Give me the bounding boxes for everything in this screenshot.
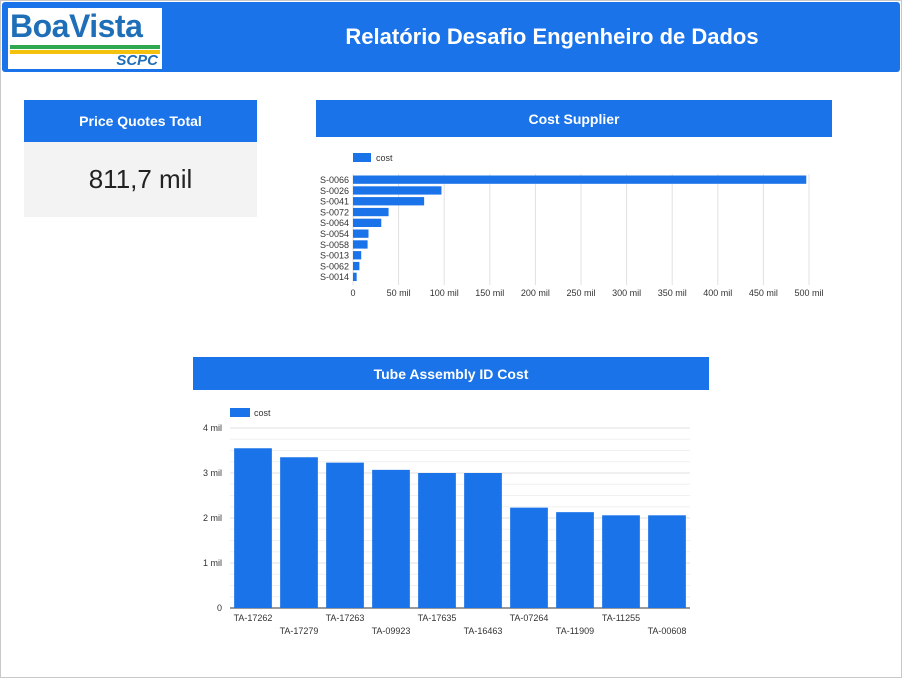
x-category-label: TA-09923	[372, 626, 411, 636]
legend-label: cost	[376, 153, 393, 163]
x-tick-label: 350 mil	[658, 288, 687, 298]
x-category-label: TA-11255	[602, 613, 640, 623]
bar	[353, 229, 369, 238]
kpi-card-title: Price Quotes Total	[24, 100, 257, 142]
report-header: BoaVista SCPC Relatório Desafio Engenhei…	[2, 2, 900, 72]
y-category-label: S-0041	[320, 197, 349, 207]
bar	[510, 507, 548, 608]
x-category-label: TA-11909	[556, 626, 594, 636]
tube-assembly-title: Tube Assembly ID Cost	[193, 357, 709, 390]
x-tick-label: 400 mil	[703, 288, 732, 298]
x-tick-label: 100 mil	[430, 288, 459, 298]
bar	[234, 448, 272, 608]
bar	[353, 186, 442, 195]
bar	[556, 512, 594, 608]
bar	[353, 240, 368, 249]
x-category-label: TA-17263	[326, 613, 365, 623]
bar	[326, 462, 364, 608]
bar	[353, 218, 382, 227]
tube-assembly-chart: cost 0 1 mil 2 mil 3 mil 4 mil TA-17262 TA-1727…	[203, 408, 690, 636]
bar	[602, 515, 640, 608]
y-tick-label: 1 mil	[203, 558, 222, 568]
kpi-value: 811,7 mil	[24, 142, 257, 217]
x-category-label: TA-17262	[234, 613, 273, 623]
logo-text: BoaVista	[10, 8, 143, 44]
legend-swatch	[353, 153, 371, 162]
bar	[648, 515, 686, 608]
bar	[353, 197, 425, 206]
x-tick-label: 450 mil	[749, 288, 778, 298]
logo-subtext: SCPC	[116, 52, 158, 69]
bar	[464, 473, 502, 608]
x-tick-label: 50 mil	[387, 288, 411, 298]
y-category-label: S-0058	[320, 240, 349, 250]
y-category-label: S-0062	[320, 261, 349, 271]
bar	[353, 261, 360, 271]
x-category-label: TA-17635	[418, 613, 457, 623]
y-category-label: S-0064	[320, 218, 349, 228]
y-category-label: S-0014	[320, 272, 349, 282]
y-tick-label: 0	[217, 603, 222, 613]
x-category-label: TA-17279	[280, 626, 319, 636]
x-tick-label: 250 mil	[566, 288, 595, 298]
x-tick-label: 300 mil	[612, 288, 641, 298]
bar	[280, 457, 318, 608]
y-tick-label: 2 mil	[203, 513, 222, 523]
legend-label: cost	[254, 408, 271, 418]
x-category-label: TA-00608	[648, 626, 687, 636]
cost-supplier-title: Cost Supplier	[316, 100, 832, 137]
report-title: Relatório Desafio Engenheiro de Dados	[345, 24, 759, 49]
bar	[353, 272, 357, 281]
x-category-label: TA-16463	[464, 626, 503, 636]
bar	[353, 251, 362, 260]
y-category-label: S-0072	[320, 207, 349, 217]
x-tick-label: 0	[350, 288, 355, 298]
y-category-label: S-0013	[320, 251, 349, 261]
x-tick-label: 200 mil	[521, 288, 550, 298]
y-category-label: S-0066	[320, 175, 349, 185]
boavista-logo: BoaVista SCPC	[8, 8, 162, 69]
x-category-label: TA-07264	[510, 613, 549, 623]
y-tick-label: 3 mil	[203, 468, 222, 478]
legend-swatch	[230, 408, 250, 417]
y-category-label: S-0054	[320, 229, 349, 239]
x-tick-label: 500 mil	[794, 288, 823, 298]
bar	[353, 175, 807, 184]
x-tick-label: 150 mil	[475, 288, 504, 298]
logo-green-stripe	[10, 45, 160, 49]
y-tick-label: 4 mil	[203, 423, 222, 433]
cost-supplier-chart: cost 0 50 mil 100 mil 150 mil 200 mil 250 mil 3…	[320, 153, 824, 298]
bar	[353, 207, 389, 217]
bar	[372, 469, 410, 608]
y-category-label: S-0026	[320, 186, 349, 196]
bar	[418, 473, 456, 608]
